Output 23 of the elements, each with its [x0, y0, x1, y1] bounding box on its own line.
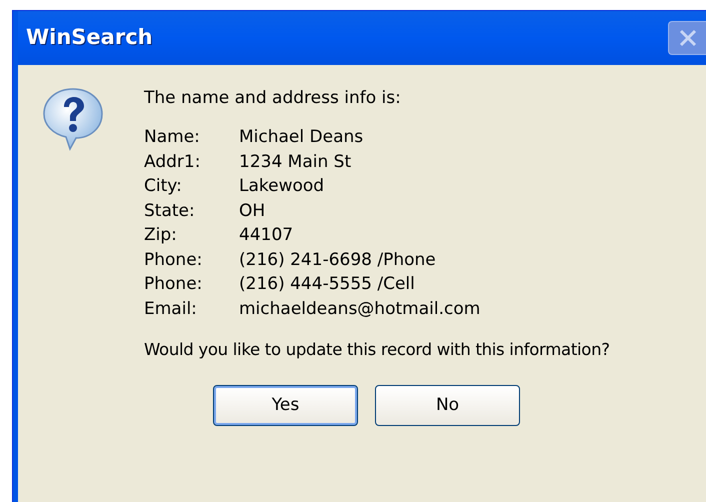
field-value: Michael Deans [239, 126, 364, 149]
field-value: (216) 444-5555 /Cell [239, 273, 416, 296]
field-label: Name: [144, 126, 201, 149]
field-value: Lakewood [239, 175, 326, 198]
dialog-button[interactable]: Yes [213, 385, 358, 426]
field-value: michaeldeans@hotmail.com [239, 298, 482, 320]
field-label: Phone: [144, 273, 204, 296]
field-value: 44107 [239, 224, 294, 247]
field-label: State: [144, 200, 196, 222]
field-value: 1234 Main St [239, 150, 352, 174]
dialog-button[interactable]: No [375, 385, 520, 426]
field-label: City: [144, 175, 183, 198]
field-label: Addr1: [144, 150, 202, 174]
field-label: Zip: [144, 224, 178, 247]
question-text: Would you like to update this record with this information? [144, 339, 610, 361]
close-icon [678, 28, 698, 48]
field-label: Email: [144, 298, 198, 320]
field-value: OH [239, 200, 266, 222]
window-title: WinSearch [26, 24, 153, 52]
intro-text: The name and address info is: [144, 87, 402, 110]
close-button[interactable] [668, 21, 706, 55]
field-label: Phone: [144, 248, 204, 272]
field-value: (216) 241-6698 /Phone [239, 248, 437, 272]
